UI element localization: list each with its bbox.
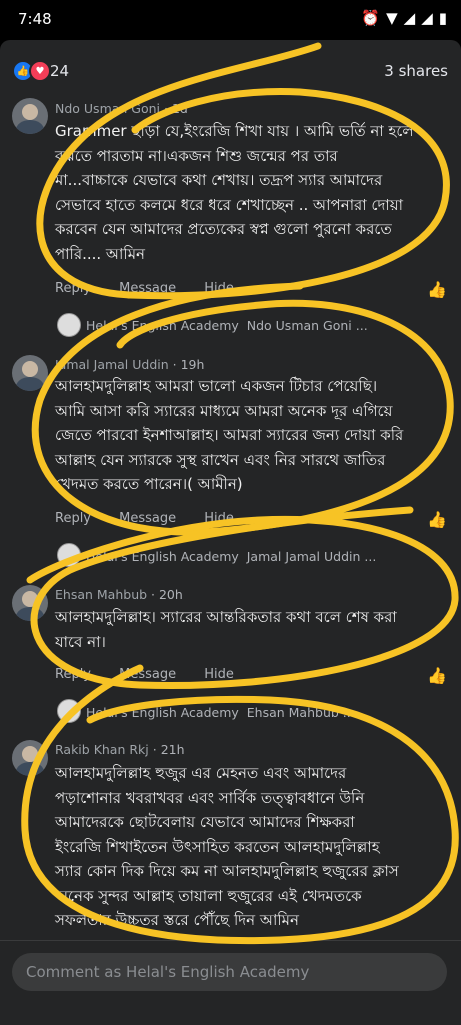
like-icon[interactable]: 👍 [427,666,447,685]
comment-time: 19h [180,357,205,372]
reply-page-name: Helal's English Academy [86,318,239,333]
comment-author[interactable]: Ehsan Mahbub [55,587,147,602]
comment-line: আলহামদুলিল্লাহ। স্যারের আন্তরিকতার কথা ব… [55,608,397,626]
page-avatar [57,699,81,723]
like-icon[interactable]: 👍 [427,510,447,529]
comment-time: 21h [160,742,185,757]
hide-button[interactable]: Hide [204,511,234,526]
comment-composer: Comment as Helal's English Academy [0,940,461,1025]
comment-line: আমি আসা করি স্যারের মাধ্যমে আমরা অনেক দূ… [55,401,393,420]
message-button[interactable]: Message [119,511,176,526]
comment-header: Rakib Khan Rkj · 21h [55,742,185,757]
reply-preview[interactable]: Helal's English Academy Ndo Usman Goni .… [86,318,368,333]
comment-line: আমাদেরকে ছোটবেলায় যেভাবে আমাদের শিক্ষকর… [55,813,355,831]
comment-text: আলহামদুলিল্লাহ আমরা ভালো একজন টিচার পেয়… [55,374,455,497]
comment-header: Jamal Jamal Uddin · 19h [55,357,205,372]
comment-time: 1d [171,101,188,116]
comment-line: আলহামদুলিল্লাহ হুজুর এর মেহনত এবং আমাদের [55,764,347,782]
signal-icon: ◢ [421,9,433,27]
shares-count[interactable]: 3 shares [384,62,448,80]
reply-to-name: Ehsan Mahbub ... [246,705,355,720]
reply-page-name: Helal's English Academy [86,705,239,720]
comment-actions: Reply Message Hide [55,511,234,526]
comment-line: মা...বাচ্চাকে যেভাবে কথা শেখায়। তদ্রূপ … [55,171,383,189]
avatar[interactable] [12,740,48,776]
comment-text: Grammer ছাড়া যে,ইংরেজি শিখা যায় । আমি … [55,119,455,266]
comment-actions: Reply Message Hide [55,281,234,296]
hide-button[interactable]: Hide [204,667,234,682]
reply-button[interactable]: Reply [55,511,91,526]
reply-to-name: Ndo Usman Goni ... [246,318,368,333]
love-reaction-icon: ♥ [29,60,51,82]
comment-line: পারি.... আমিন [55,244,145,263]
comment-header: Ndo Usman Goni · 1d [55,101,188,116]
status-time: 7:48 [18,10,52,28]
comment-text: আলহামদুলিল্লাহ হুজুর এর মেহনত এবং আমাদের… [55,761,455,933]
reply-page-name: Helal's English Academy [86,549,239,564]
reactions-row[interactable]: 👍 ♥ 24 3 shares [0,40,461,102]
reaction-count[interactable]: 24 [50,62,69,80]
reply-preview[interactable]: Helal's English Academy Ehsan Mahbub ... [86,705,355,720]
comment-line: সফলতার উচ্চতর স্তরে পৌঁছে দিন আমিন [55,911,299,929]
reply-button[interactable]: Reply [55,281,91,296]
message-button[interactable]: Message [119,281,176,296]
like-icon[interactable]: 👍 [427,280,447,299]
comment-line: ইংরেজি শিখাইতেন উৎসাহিত করতেন আলহামদুলিল… [55,837,380,856]
comment-line: অনেক সুন্দর আল্লাহ তায়ালা হুজুরের এই খে… [55,886,362,905]
page-avatar [57,313,81,337]
comment-line: যাবে না। [55,632,106,651]
comment-line: সেভাবে হাতে কলমে ধরে ধরে শেখাচ্ছেন .. আপ… [55,195,403,214]
comment-line: খেদমত করতে পারেন।( আমীন) [55,475,243,493]
reply-to-name: Jamal Jamal Uddin ... [246,549,377,564]
comment-line: জেতে পারবো ইনশাআল্লাহ। আমরা স্যারের জন্য… [55,426,404,444]
reaction-icons: 👍 ♥ [12,60,51,82]
comment-line: করবেন যেন আমাদের প্রত্যেকের স্বপ্ন গুলো … [55,220,392,238]
signal-icon: ◢ [403,9,416,27]
comment-header: Ehsan Mahbub · 20h [55,587,183,602]
comment-line: Grammer ছাড়া যে,ইংরেজি শিখা যায় । আমি … [55,122,414,140]
comment-author[interactable]: Jamal Jamal Uddin [55,357,169,372]
comment-line: স্যার কোন দিক দিয়ে কম না আলহামদুলিল্লাহ… [55,862,399,880]
message-button[interactable]: Message [119,667,176,682]
avatar[interactable] [12,355,48,391]
battery-icon: ▮ [438,9,447,27]
status-icons: ⏰ ▼ ◢ ◢ ▮ [361,9,447,27]
comment-time: 20h [158,587,183,602]
reply-preview[interactable]: Helal's English Academy Jamal Jamal Uddi… [86,549,376,564]
comment-line: পড়াশোনার খবরাখবর এবং সার্বিক তত্ত্বাবধা… [55,788,365,807]
avatar[interactable] [12,585,48,621]
avatar[interactable] [12,98,48,134]
page-avatar [57,543,81,567]
comment-text: আলহামদুলিল্লাহ। স্যারের আন্তরিকতার কথা ব… [55,605,455,654]
comment-line: বুঝতে পারতাম না।একজন শিশু জন্মের পর তার [55,146,338,165]
comment-line: আল্লাহ যেন স্যারকে সুস্থ রাখেন এবং নির স… [55,450,386,469]
hide-button[interactable]: Hide [204,281,234,296]
comment-actions: Reply Message Hide [55,667,234,682]
comment-input[interactable]: Comment as Helal's English Academy [12,953,447,991]
comment-line: আলহামদুলিল্লাহ আমরা ভালো একজন টিচার পেয়… [55,377,378,395]
comment-author[interactable]: Ndo Usman Goni [55,101,160,116]
comment-author[interactable]: Rakib Khan Rkj [55,742,149,757]
alarm-icon: ⏰ [361,9,381,27]
reply-button[interactable]: Reply [55,667,91,682]
status-bar: 7:48 ⏰ ▼ ◢ ◢ ▮ [0,0,461,40]
wifi-icon: ▼ [386,9,398,27]
